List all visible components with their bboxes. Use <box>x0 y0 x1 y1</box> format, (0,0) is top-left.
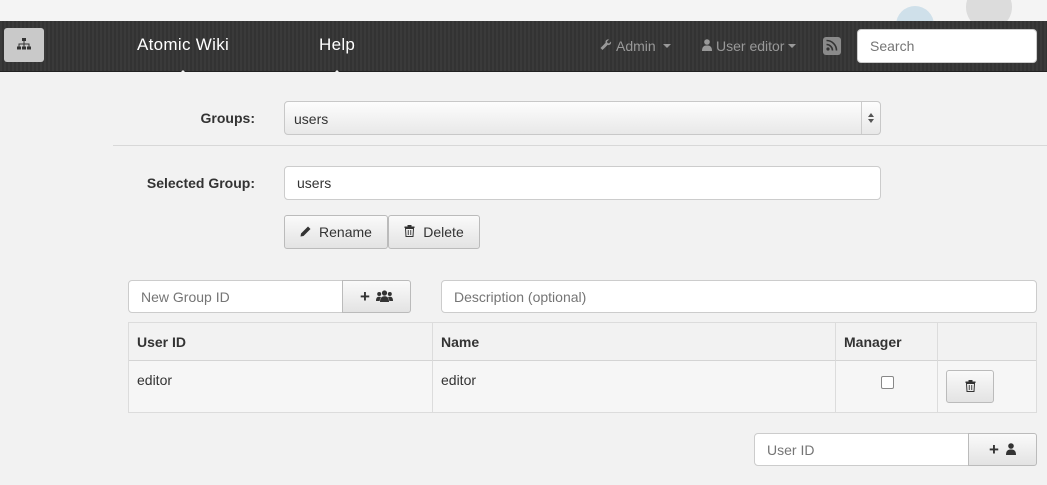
plus-icon: + <box>360 286 370 306</box>
sitemap-button[interactable] <box>4 28 44 62</box>
selected-group-label: Selected Group: <box>146 175 255 191</box>
column-header-user-id: User ID <box>129 323 433 361</box>
add-group-button[interactable]: + <box>342 280 411 313</box>
navbar: Atomic Wiki Help Admin User editor <box>0 21 1047 77</box>
sitemap-icon <box>17 37 31 53</box>
pencil-icon <box>300 224 311 240</box>
rename-button-label: Rename <box>319 224 372 240</box>
column-header-name: Name <box>433 323 836 361</box>
cell-manager <box>836 361 938 412</box>
delete-group-button[interactable]: Delete <box>388 215 480 249</box>
active-caret <box>330 70 345 77</box>
wrench-icon <box>600 38 612 54</box>
selected-group-input[interactable] <box>284 166 881 200</box>
user-menu[interactable]: User editor <box>702 38 797 54</box>
rss-icon <box>826 38 838 54</box>
plus-icon: + <box>989 439 999 459</box>
rename-button[interactable]: Rename <box>284 215 388 249</box>
nav-link-label: Help <box>319 35 356 54</box>
chevron-down-icon <box>662 44 671 48</box>
cell-name: editor <box>433 361 836 412</box>
groups-select[interactable]: users <box>284 101 881 135</box>
column-header-manager: Manager <box>836 323 938 361</box>
cell-actions <box>938 361 1036 412</box>
select-arrows-icon <box>861 102 880 134</box>
users-icon <box>375 287 393 307</box>
trash-icon <box>965 379 976 395</box>
nav-link-atomic-wiki[interactable]: Atomic Wiki <box>137 35 230 77</box>
delete-button-label: Delete <box>423 224 464 240</box>
nav-link-label: Atomic Wiki <box>137 35 230 54</box>
rss-button[interactable] <box>823 37 841 55</box>
groups-label: Groups: <box>200 110 255 126</box>
column-header-actions <box>938 323 1036 361</box>
add-user-button[interactable]: + <box>968 433 1037 466</box>
user-menu-label: User editor <box>716 38 785 54</box>
chevron-down-icon <box>788 44 797 48</box>
divider <box>113 145 1047 146</box>
user-icon <box>1005 440 1016 460</box>
nav-link-help[interactable]: Help <box>319 35 356 77</box>
cell-user-id: editor <box>129 361 433 412</box>
active-caret <box>176 70 191 77</box>
members-table: User ID Name Manager editor editor <box>128 322 1037 413</box>
groups-select-value: users <box>294 111 329 127</box>
search-input[interactable] <box>857 29 1037 63</box>
admin-menu-label: Admin <box>616 38 656 54</box>
new-group-id-input[interactable] <box>128 280 343 313</box>
trash-icon <box>404 224 415 240</box>
manager-checkbox[interactable] <box>881 376 894 389</box>
user-id-input[interactable] <box>754 433 969 466</box>
description-input[interactable] <box>441 280 1037 313</box>
admin-menu[interactable]: Admin <box>600 38 671 54</box>
browser-top-strip <box>0 0 1047 21</box>
user-icon <box>702 38 712 54</box>
remove-member-button[interactable] <box>946 370 994 403</box>
